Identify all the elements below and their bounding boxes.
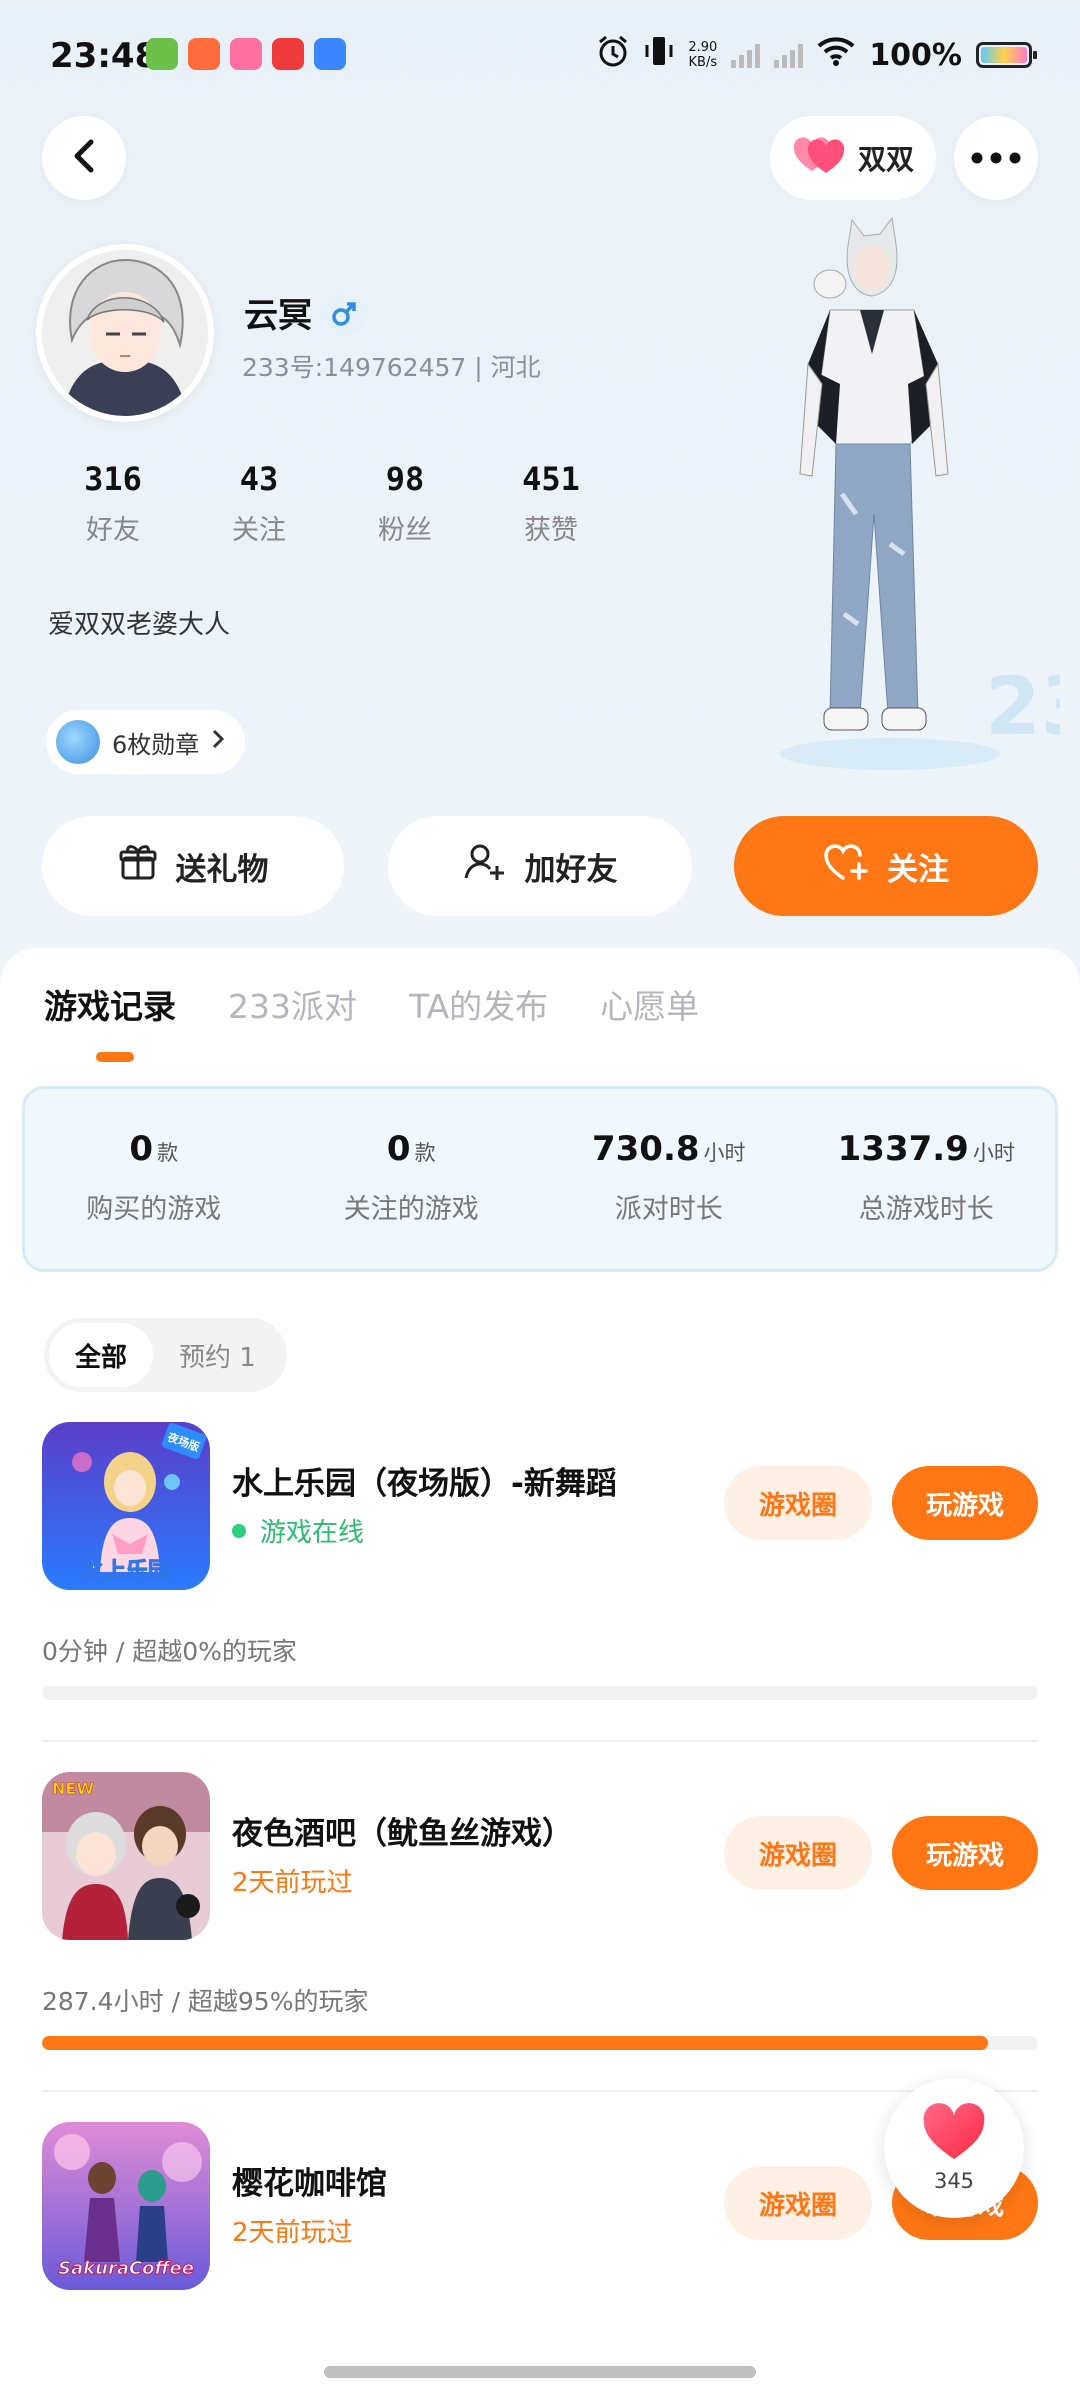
stat-fans[interactable]: 98 粉丝 bbox=[332, 460, 478, 547]
bio-text: 爱双双老婆大人 bbox=[48, 610, 231, 640]
status-bar: 23:48 2.90 KB/s 100% bbox=[0, 0, 1080, 116]
add-friend-label: 加好友 bbox=[524, 851, 618, 888]
summary-purchased-games[interactable]: 0款 购买的游戏 bbox=[25, 1089, 283, 1269]
game-playtime: 0分钟 / 超越0%的玩家 bbox=[42, 1637, 297, 1666]
playtime-progress bbox=[42, 2036, 1038, 2050]
like-count: 345 bbox=[933, 2169, 975, 2193]
app-notification-icon bbox=[230, 38, 262, 70]
male-gender-icon bbox=[322, 292, 366, 336]
network-speed: 2.90 KB/s bbox=[688, 40, 718, 70]
game-icon[interactable]: 水上乐园 夜场版 bbox=[42, 1422, 210, 1590]
alarm-icon bbox=[596, 34, 630, 76]
signal-icon bbox=[731, 42, 761, 68]
summary-followed-games[interactable]: 0款 关注的游戏 bbox=[283, 1089, 541, 1269]
game-badge: NEW bbox=[52, 1779, 94, 1798]
game-circle-button[interactable]: 游戏圈 bbox=[724, 1816, 872, 1890]
gift-icon bbox=[118, 842, 158, 890]
game-status: 2天前玩过 bbox=[232, 2218, 353, 2248]
avatar-3d-figure[interactable]: 23 bbox=[760, 214, 1080, 774]
play-game-button[interactable]: 玩游戏 bbox=[892, 1466, 1038, 1540]
list-item[interactable]: NEW 夜色酒吧（鱿鱼丝游戏） 2天前玩过 游戏圈 玩游戏 287.4小时 / … bbox=[0, 1772, 1080, 2122]
tab-wishlist[interactable]: 心愿单 bbox=[600, 980, 699, 1028]
heart-plus-icon bbox=[823, 842, 869, 890]
tab-233-party[interactable]: 233派对 bbox=[228, 980, 357, 1028]
vibrate-icon bbox=[644, 34, 674, 76]
app-notification-icon bbox=[314, 38, 346, 70]
signal-icon bbox=[774, 42, 804, 68]
app-notification-icon bbox=[272, 38, 304, 70]
tab-posts[interactable]: TA的发布 bbox=[409, 980, 548, 1028]
online-dot-icon bbox=[232, 1523, 246, 1538]
chevron-right-icon bbox=[211, 728, 225, 756]
game-icon-text: SakuraCoffee bbox=[58, 2258, 194, 2279]
medal-icon bbox=[56, 720, 100, 764]
battery-icon bbox=[976, 42, 1037, 68]
medal-label: 6枚勋章 bbox=[112, 730, 200, 759]
summary-total-hours: 1337.9 小时 总游戏时长 bbox=[837, 1129, 1015, 1225]
stat-friends[interactable]: 316 好友 bbox=[40, 460, 186, 547]
back-arrow-icon bbox=[69, 138, 99, 178]
user-id-location: 233号:149762457 | 河北 bbox=[242, 353, 541, 382]
notification-icons bbox=[146, 38, 346, 70]
username: 云冥 bbox=[244, 296, 312, 336]
add-friend-button[interactable]: 加好友 bbox=[388, 816, 692, 916]
home-indicator[interactable] bbox=[324, 2366, 756, 2378]
list-item[interactable]: 水上乐园 夜场版 水上乐园（夜场版）-新舞蹈 游戏在线 游戏圈 玩游戏 0分钟 … bbox=[0, 1422, 1080, 1772]
game-status: 游戏在线 bbox=[232, 1512, 364, 1549]
floating-like-button[interactable]: 345 bbox=[884, 2078, 1024, 2218]
divider bbox=[42, 1740, 1038, 1742]
divider bbox=[42, 2090, 1038, 2092]
progress-fill bbox=[42, 2036, 989, 2050]
filter-reserved[interactable]: 预约 1 bbox=[153, 1323, 282, 1387]
status-time: 23:48 bbox=[50, 36, 159, 76]
couple-button[interactable]: 双双 bbox=[770, 116, 936, 200]
game-icon[interactable]: SakuraCoffee bbox=[42, 2122, 210, 2290]
status-right: 2.90 KB/s 100% bbox=[596, 34, 1037, 76]
profile-tabs: 游戏记录 233派对 TA的发布 心愿单 bbox=[44, 980, 699, 1028]
tab-indicator bbox=[96, 1052, 134, 1062]
game-playtime: 287.4小时 / 超越95%的玩家 bbox=[42, 1987, 369, 2016]
game-title[interactable]: 樱花咖啡馆 bbox=[232, 2158, 387, 2203]
wifi-icon bbox=[817, 36, 855, 74]
double-heart-icon bbox=[792, 135, 846, 182]
stat-following[interactable]: 43 关注 bbox=[186, 460, 332, 547]
battery-percent: 100% bbox=[869, 37, 962, 73]
profile-stats: 316 好友 43 关注 98 粉丝 451 获赞 bbox=[40, 460, 624, 547]
stat-likes[interactable]: 451 获赞 bbox=[478, 460, 624, 547]
tab-game-records[interactable]: 游戏记录 bbox=[44, 980, 176, 1028]
follow-label: 关注 bbox=[887, 851, 949, 888]
more-button[interactable] bbox=[954, 116, 1038, 200]
game-title[interactable]: 水上乐园（夜场版）-新舞蹈 bbox=[232, 1458, 617, 1503]
game-circle-button[interactable]: 游戏圈 bbox=[724, 2166, 872, 2240]
more-dots-icon bbox=[971, 149, 1021, 168]
medal-badge-button[interactable]: 6枚勋章 bbox=[46, 710, 246, 774]
game-filter: 全部 预约 1 bbox=[44, 1318, 287, 1392]
send-gift-button[interactable]: 送礼物 bbox=[42, 816, 344, 916]
app-notification-icon bbox=[188, 38, 220, 70]
game-summary-card: 0款 购买的游戏 0款 关注的游戏 730.8 小时 派对时长 1337.9 小时 … bbox=[22, 1086, 1058, 1272]
summary-party-hours: 730.8 小时 派对时长 bbox=[591, 1129, 746, 1225]
game-icon-text: 水上乐园 bbox=[82, 1559, 170, 1584]
game-title[interactable]: 夜色酒吧（鱿鱼丝游戏） bbox=[232, 1808, 573, 1853]
game-icon[interactable]: NEW bbox=[42, 1772, 210, 1940]
play-game-button[interactable]: 玩游戏 bbox=[892, 1816, 1038, 1890]
game-circle-button[interactable]: 游戏圈 bbox=[724, 1466, 872, 1540]
svg-text:23: 23 bbox=[985, 660, 1060, 753]
follow-button[interactable]: 关注 bbox=[734, 816, 1038, 916]
send-gift-label: 送礼物 bbox=[175, 851, 269, 888]
back-button[interactable] bbox=[42, 116, 126, 200]
app-notification-icon bbox=[146, 38, 178, 70]
playtime-progress bbox=[42, 1686, 1038, 1700]
game-status: 2天前玩过 bbox=[232, 1868, 353, 1898]
couple-label: 双双 bbox=[857, 143, 914, 176]
avatar[interactable] bbox=[36, 244, 214, 422]
heart-icon bbox=[921, 2103, 987, 2165]
filter-all[interactable]: 全部 bbox=[49, 1323, 154, 1387]
add-user-icon bbox=[463, 842, 507, 890]
